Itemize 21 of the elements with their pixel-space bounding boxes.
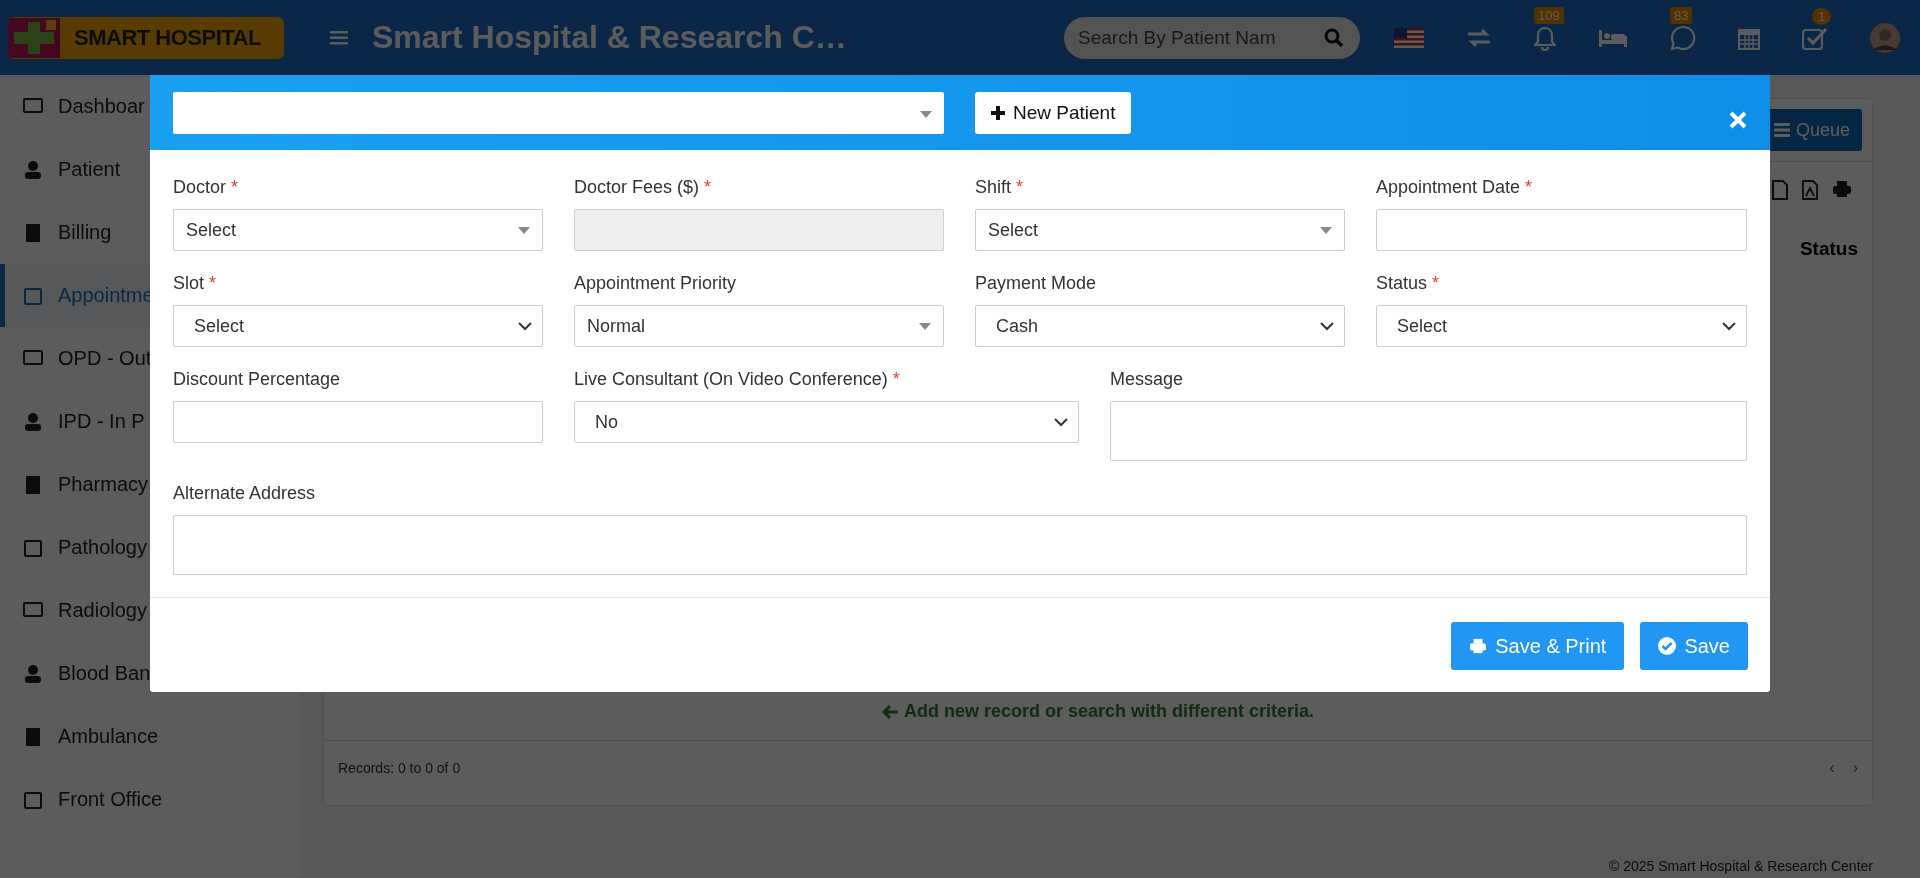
- field-label: Appointment Date *: [1376, 177, 1534, 199]
- field-label: Alternate Address: [173, 483, 317, 505]
- field-label: Shift *: [975, 177, 1025, 199]
- task-badge: 1: [1812, 7, 1832, 25]
- field-label: Doctor *: [173, 177, 240, 199]
- field-label: Appointment Priority: [574, 273, 738, 295]
- field-label: Message: [1110, 369, 1185, 391]
- chat-badge: 83: [1670, 6, 1693, 24]
- site-title: Smart Hospital & Research C…: [372, 19, 847, 56]
- notification-badge: 109: [1534, 6, 1564, 24]
- field-label: Discount Percentage: [173, 369, 342, 391]
- copyright-text: © 2025 Smart Hospital & Research Center: [1609, 858, 1873, 874]
- logo-text: SMART HOSPITAL: [74, 24, 261, 51]
- field-label: Live Consultant (On Video Conference) *: [574, 369, 901, 391]
- records-count: Records: 0 to 0 of 0: [338, 760, 461, 776]
- empty-text: Add new record or search with different criteria.: [903, 701, 1315, 722]
- column-header: Status: [1799, 238, 1858, 260]
- field-label: Slot *: [173, 273, 218, 295]
- field-label: Payment Mode: [975, 273, 1098, 295]
- field-label: Doctor Fees ($) *: [574, 177, 713, 199]
- field-label: Status *: [1376, 273, 1441, 295]
